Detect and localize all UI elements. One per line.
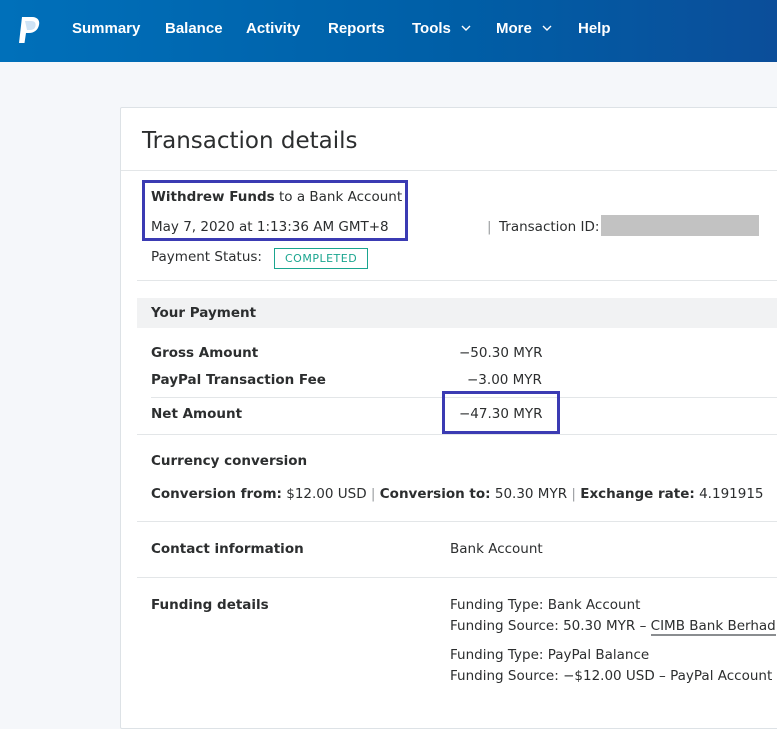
conversion-to-label: Conversion to: <box>379 486 491 502</box>
exchange-rate-value: 4.191915 <box>699 486 764 502</box>
fee-value: −3.00 MYR <box>467 372 542 388</box>
funding-details-label: Funding details <box>151 597 269 613</box>
fee-label: PayPal Transaction Fee <box>151 372 326 388</box>
highlight-box-net-amount <box>442 391 560 434</box>
funding-source-text: Funding Source: 50.30 MYR – <box>450 618 651 634</box>
bank-link[interactable]: CIMB Bank Berhad <box>650 618 776 636</box>
paypal-logo-icon[interactable] <box>16 15 42 45</box>
contact-info-label: Contact information <box>151 541 304 557</box>
divider <box>121 170 777 171</box>
net-amount-label: Net Amount <box>151 406 243 422</box>
funding-source: Funding Source: 50.30 MYR – CIMB Bank Be… <box>450 617 776 636</box>
separator: | <box>487 219 492 235</box>
nav-reports[interactable]: Reports <box>328 20 385 38</box>
separator: | <box>571 486 576 502</box>
contact-info-value: Bank Account <box>450 541 543 557</box>
divider <box>137 521 777 522</box>
nav-tools[interactable]: Tools <box>412 20 471 38</box>
nav-summary[interactable]: Summary <box>72 20 140 38</box>
divider <box>137 280 777 281</box>
nav-tools-label: Tools <box>412 20 451 37</box>
top-navigation: Summary Balance Activity Reports Tools M… <box>0 0 777 62</box>
conversion-to-value: 50.30 MYR <box>494 486 568 502</box>
gross-amount-value: −50.30 MYR <box>459 345 543 361</box>
nav-more[interactable]: More <box>496 20 552 38</box>
page-title: Transaction details <box>142 128 358 154</box>
chevron-down-icon <box>461 25 471 31</box>
nav-more-label: More <box>496 20 532 37</box>
transaction-id-label: Transaction ID: <box>499 219 600 235</box>
transaction-id-redacted <box>601 215 759 236</box>
chevron-down-icon <box>542 25 552 31</box>
your-payment-heading: Your Payment <box>151 305 257 321</box>
your-payment-header: Your Payment <box>137 298 777 328</box>
nav-help[interactable]: Help <box>578 20 611 38</box>
highlight-box-summary <box>142 180 408 241</box>
funding-type: Funding Type: Bank Account <box>450 597 641 613</box>
gross-amount-label: Gross Amount <box>151 345 259 361</box>
nav-activity[interactable]: Activity <box>246 20 300 38</box>
separator: | <box>370 486 376 502</box>
divider <box>137 434 777 435</box>
payment-status-label: Payment Status: <box>151 249 262 265</box>
transaction-details-card: Transaction details Withdrew Funds to a … <box>120 107 777 729</box>
conversion-line: Conversion from: $12.00 USD | Conversion… <box>151 485 764 503</box>
status-badge: COMPLETED <box>274 248 369 269</box>
funding-type: Funding Type: PayPal Balance <box>450 647 650 663</box>
divider <box>137 577 777 578</box>
exchange-rate-label: Exchange rate: <box>580 486 695 502</box>
currency-conversion-heading: Currency conversion <box>151 453 308 469</box>
nav-balance[interactable]: Balance <box>165 20 223 38</box>
funding-source: Funding Source: −$12.00 USD – PayPal Acc… <box>450 668 773 684</box>
conversion-from-label: Conversion from: <box>151 486 282 502</box>
conversion-from-value: $12.00 USD <box>286 486 367 502</box>
